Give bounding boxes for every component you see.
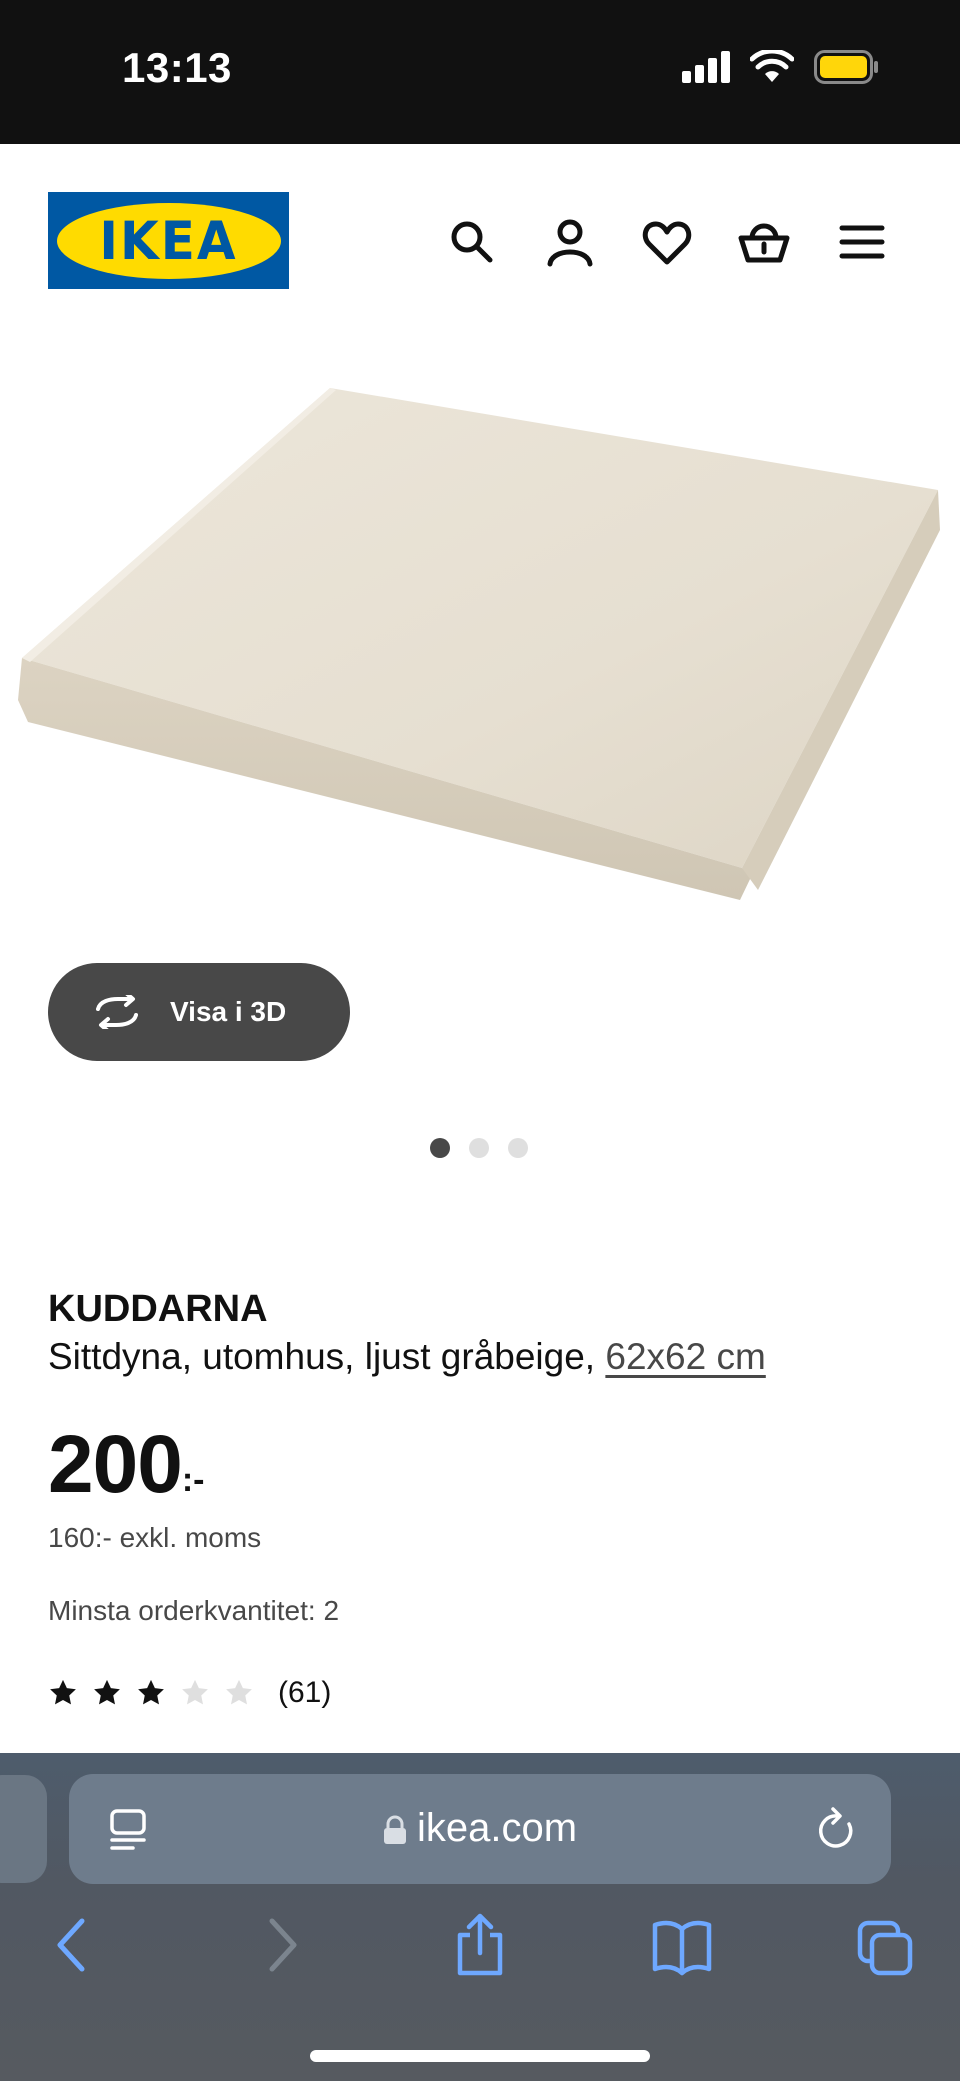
view-3d-button[interactable]: Visa i 3D <box>48 963 350 1061</box>
back-icon[interactable] <box>44 1913 104 1977</box>
gallery-pagination <box>430 1138 528 1158</box>
star-empty-icon <box>182 1679 208 1705</box>
search-icon[interactable] <box>446 216 498 268</box>
status-time: 13:13 <box>122 44 232 91</box>
bookmarks-icon[interactable] <box>652 1913 712 1977</box>
view-3d-label: Visa i 3D <box>170 996 287 1027</box>
gallery-dot[interactable] <box>469 1138 489 1158</box>
address-bar[interactable]: ikea.com <box>69 1774 891 1884</box>
wifi-icon <box>750 50 794 82</box>
menu-icon[interactable] <box>836 216 888 268</box>
forward-icon[interactable] <box>250 1913 310 1977</box>
lock-icon <box>383 1815 406 1845</box>
status-bar: 13:13 <box>0 0 960 144</box>
product-name: KUDDARNA <box>48 1288 268 1330</box>
rotate-3d-icon <box>96 995 138 1029</box>
browser-nav-row <box>0 1913 960 1993</box>
url-display: ikea.com <box>69 1806 891 1851</box>
basket-icon[interactable] <box>738 216 790 268</box>
product-description: Sittdyna, utomhus, ljust gråbeige, 62x62… <box>48 1336 766 1378</box>
product-rating[interactable]: (61) <box>48 1676 331 1710</box>
rating-count: (61) <box>278 1676 332 1709</box>
account-icon[interactable] <box>544 216 596 268</box>
star-filled-icon <box>138 1679 164 1705</box>
reload-icon[interactable] <box>815 1806 857 1852</box>
gallery-dot[interactable] <box>430 1138 450 1158</box>
minimum-order-quantity: Minsta orderkvantitet: 2 <box>48 1595 340 1626</box>
heart-icon[interactable] <box>641 216 693 268</box>
star-filled-icon <box>94 1679 120 1705</box>
star-filled-icon <box>50 1679 76 1705</box>
tabs-icon[interactable] <box>856 1913 916 1977</box>
previous-tab-peek[interactable] <box>0 1775 47 1883</box>
share-icon[interactable] <box>450 1913 510 1977</box>
star-empty-icon <box>226 1679 252 1705</box>
status-icons <box>682 50 880 84</box>
product-image[interactable] <box>0 340 960 980</box>
ikea-logo[interactable]: IKEA <box>48 192 289 289</box>
logo-oval: IKEA <box>56 202 281 279</box>
product-size-link[interactable]: 62x62 cm <box>605 1336 765 1377</box>
price-amount: 200 <box>48 1419 183 1510</box>
url-text: ikea.com <box>416 1806 578 1850</box>
browser-toolbar: ikea.com <box>0 1753 960 2081</box>
product-description-text: Sittdyna, utomhus, ljust gråbeige, <box>48 1336 596 1377</box>
price-excl-vat: 160:- exkl. moms <box>48 1522 262 1553</box>
home-indicator[interactable] <box>310 2050 650 2062</box>
price-suffix: :- <box>181 1461 205 1499</box>
logo-text: IKEA <box>99 210 238 271</box>
product-price: 200 :- <box>48 1420 204 1510</box>
battery-icon <box>814 50 878 84</box>
gallery-dot[interactable] <box>508 1138 528 1158</box>
site-header: IKEA <box>0 144 960 304</box>
cellular-signal-icon <box>682 51 730 83</box>
